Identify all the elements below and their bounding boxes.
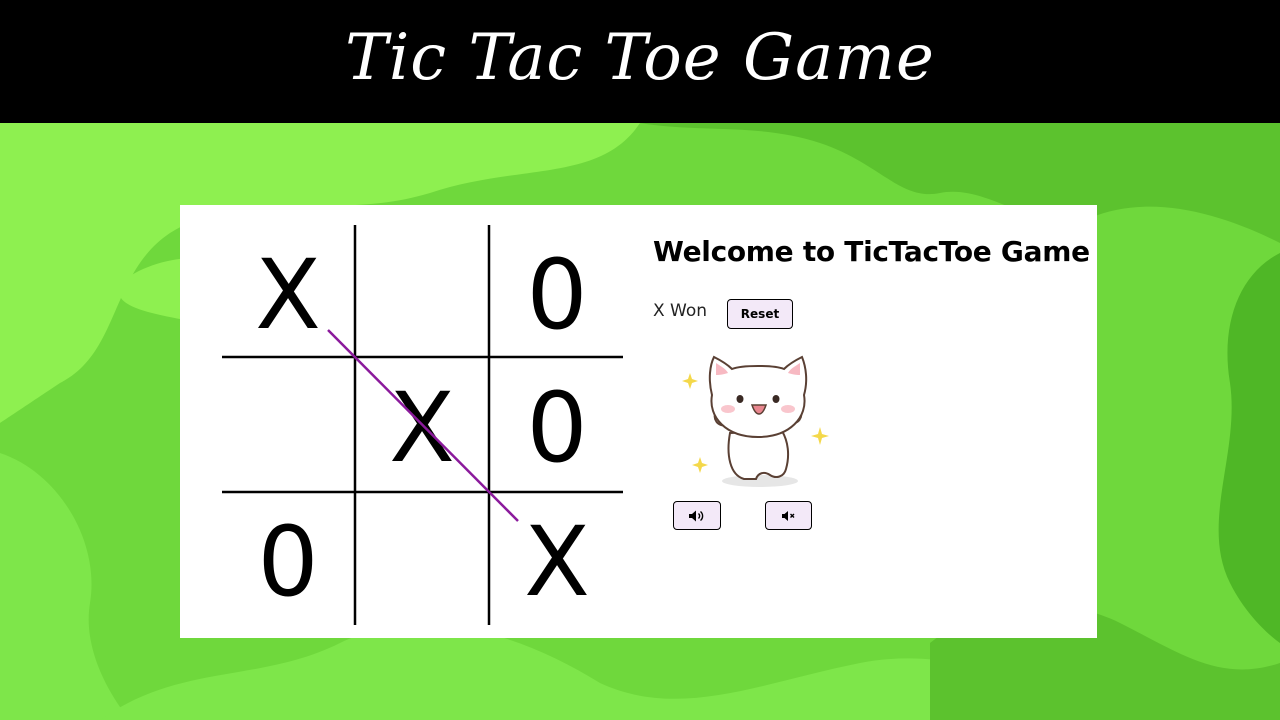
cat-mascot-image [682,355,829,487]
title-banner: Tic Tac Toe Game [0,0,1280,123]
mute-button[interactable] [765,501,812,530]
game-card: X 0 X 0 0 X Welcome to TicTacToe Game X … [180,205,1097,638]
sound-on-button[interactable] [673,501,721,530]
cell-mark-2-0: 0 [257,506,318,618]
speaker-on-icon [689,510,704,521]
cell-mark-1-1: X [389,372,455,484]
cell-1-0[interactable] [222,357,355,492]
cell-mark-0-0: X [255,239,321,351]
cell-2-1[interactable] [355,492,489,625]
page-title: Tic Tac Toe Game [345,20,935,95]
cell-0-1[interactable] [355,225,489,357]
speaker-muted-icon [781,510,794,521]
welcome-heading: Welcome to TicTacToe Game [653,235,1090,268]
reset-button[interactable]: Reset [727,299,793,329]
cell-mark-2-2: X [524,506,590,618]
game-board: X 0 X 0 0 X [222,225,623,625]
cell-mark-0-2: 0 [526,239,587,351]
game-status: X Won [653,301,708,321]
cell-mark-1-2: 0 [526,372,587,484]
